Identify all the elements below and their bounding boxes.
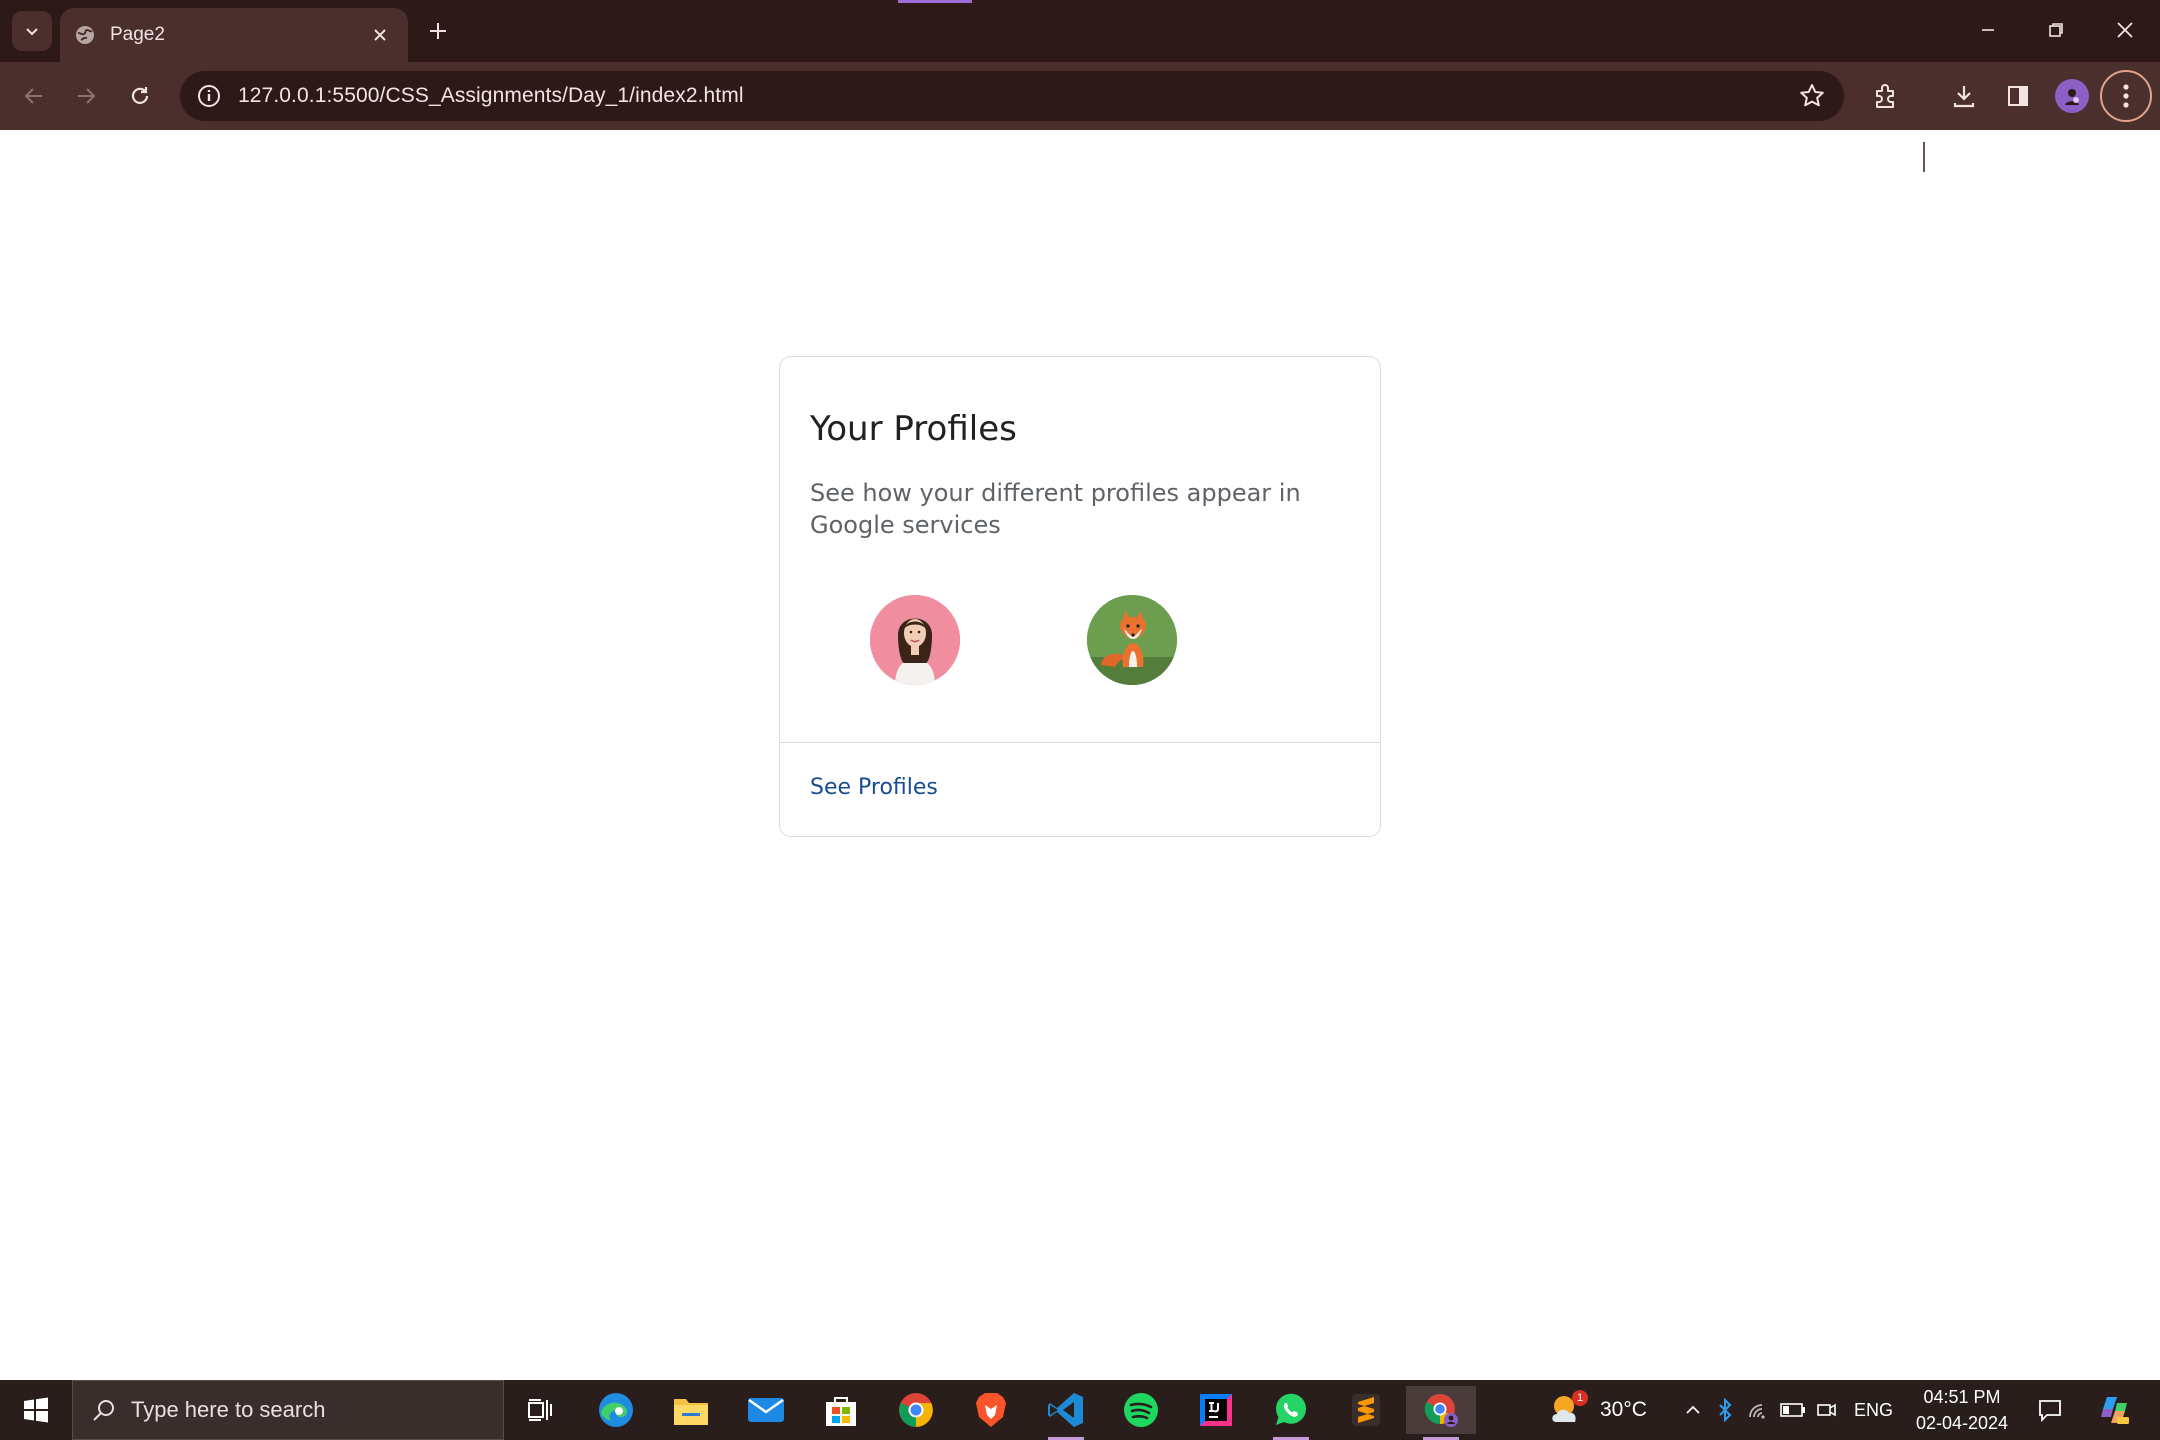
battery-icon[interactable] xyxy=(1776,1402,1810,1418)
spotify-app[interactable] xyxy=(1111,1386,1171,1434)
copilot-button[interactable] xyxy=(2084,1386,2144,1434)
close-window-button[interactable] xyxy=(2102,10,2148,50)
minimize-button[interactable] xyxy=(1965,10,2011,50)
chrome-profile-icon xyxy=(1424,1394,1458,1427)
start-button[interactable] xyxy=(0,1380,72,1440)
site-info-icon[interactable] xyxy=(194,81,224,111)
chrome-menu-button[interactable] xyxy=(2100,70,2152,122)
chrome-icon xyxy=(899,1393,933,1427)
arrow-left-icon xyxy=(24,88,42,104)
store-icon xyxy=(826,1397,856,1426)
weather-widget[interactable]: 1 30°C xyxy=(1548,1380,1647,1440)
extensions-button[interactable] xyxy=(1866,76,1906,116)
forward-button[interactable] xyxy=(66,76,106,116)
downloads-button[interactable] xyxy=(1944,76,1984,116)
tab-group-accent xyxy=(898,0,972,3)
card-description: See how your different profiles appear i… xyxy=(810,479,1301,539)
profile-avatar-icon xyxy=(2055,79,2089,113)
side-panel-button[interactable] xyxy=(1998,76,2038,116)
reload-icon xyxy=(131,87,149,104)
chevron-up-icon[interactable] xyxy=(1678,1401,1708,1419)
globe-icon xyxy=(74,24,96,46)
search-icon xyxy=(93,1400,114,1421)
camera-privacy-icon[interactable] xyxy=(1810,1399,1844,1421)
wifi-icon[interactable] xyxy=(1742,1399,1776,1421)
minimize-icon xyxy=(1982,29,1994,31)
store-app[interactable] xyxy=(811,1386,871,1434)
task-view-icon xyxy=(528,1399,552,1421)
windows-taskbar: Type here to search 1 30°C ENG 04:51 PM … xyxy=(0,1380,2160,1440)
browser-toolbar: 127.0.0.1:5500/CSS_Assignments/Day_1/ind… xyxy=(0,62,2160,172)
restore-icon xyxy=(2049,23,2063,37)
profiles-card: Your Profiles See how your different pro… xyxy=(779,356,1381,837)
language-indicator[interactable]: ENG xyxy=(1854,1400,1893,1421)
clock-time: 04:51 PM xyxy=(1923,1387,2001,1407)
windows-logo-icon xyxy=(24,1397,48,1423)
weather-cloud-sun-icon: 1 xyxy=(1548,1390,1588,1430)
close-icon xyxy=(2117,22,2133,38)
profile-avatar-woman xyxy=(870,595,960,685)
weather-badge: 1 xyxy=(1572,1390,1588,1406)
weather-temperature: 30°C xyxy=(1600,1398,1647,1421)
clock-date: 02-04-2024 xyxy=(1915,1413,2009,1433)
plus-icon xyxy=(430,23,446,39)
whatsapp-app[interactable] xyxy=(1261,1386,1321,1440)
whatsapp-icon xyxy=(1276,1393,1307,1425)
profile-button[interactable] xyxy=(2052,76,2092,116)
tab-title: Page2 xyxy=(110,24,165,45)
side-panel-icon xyxy=(2008,86,2028,106)
file-explorer-app[interactable] xyxy=(661,1386,721,1434)
arrow-right-icon xyxy=(78,88,96,104)
card-divider xyxy=(780,742,1380,743)
browser-titlebar: Page2 xyxy=(0,0,2160,62)
close-tab-icon[interactable] xyxy=(366,21,394,49)
back-button[interactable] xyxy=(14,76,54,116)
brave-app[interactable] xyxy=(961,1386,1021,1434)
copilot-icon xyxy=(2101,1397,2129,1424)
chrome-app[interactable] xyxy=(886,1386,946,1434)
browser-tab[interactable]: Page2 xyxy=(60,8,408,62)
spotify-icon xyxy=(1124,1393,1158,1427)
url-text[interactable]: 127.0.0.1:5500/CSS_Assignments/Day_1/ind… xyxy=(238,84,1794,108)
profile-avatar-fox xyxy=(1087,595,1177,685)
bookmark-star-icon[interactable] xyxy=(1794,78,1830,114)
intellij-icon xyxy=(1200,1394,1232,1426)
bluetooth-icon[interactable] xyxy=(1708,1398,1742,1422)
edge-app[interactable] xyxy=(586,1386,646,1434)
puzzle-icon xyxy=(1876,84,1894,108)
mail-app[interactable] xyxy=(736,1386,796,1434)
address-bar[interactable]: 127.0.0.1:5500/CSS_Assignments/Day_1/ind… xyxy=(180,71,1844,121)
mail-icon xyxy=(748,1398,784,1422)
tab-search-button[interactable] xyxy=(12,11,52,51)
edge-icon xyxy=(599,1393,633,1427)
action-center-button[interactable] xyxy=(2020,1386,2080,1434)
brave-lion-icon xyxy=(976,1393,1006,1427)
system-clock[interactable]: 04:51 PM 02-04-2024 xyxy=(1904,1384,2020,1436)
chrome-profile-app[interactable] xyxy=(1406,1386,1476,1440)
sublime-text-icon xyxy=(1352,1394,1380,1426)
toolbar-divider xyxy=(1923,142,1925,172)
notification-icon xyxy=(2039,1400,2061,1423)
folder-icon xyxy=(674,1399,708,1425)
chevron-down-icon xyxy=(26,28,38,36)
new-tab-button[interactable] xyxy=(420,13,456,49)
sublime-app[interactable] xyxy=(1336,1386,1396,1434)
intellij-app[interactable] xyxy=(1186,1386,1246,1434)
taskbar-search-box[interactable]: Type here to search xyxy=(72,1380,504,1440)
search-placeholder: Type here to search xyxy=(131,1397,326,1422)
reload-button[interactable] xyxy=(120,76,160,116)
restore-button[interactable] xyxy=(2033,10,2079,50)
vscode-app[interactable] xyxy=(1036,1386,1096,1440)
see-profiles-link[interactable]: See Profiles xyxy=(810,775,938,800)
task-view-button[interactable] xyxy=(510,1386,570,1434)
download-icon xyxy=(1953,86,1975,108)
system-tray: ENG xyxy=(1678,1380,1893,1440)
vscode-icon xyxy=(1048,1393,1083,1427)
more-vertical-icon xyxy=(2123,84,2129,108)
card-title: Your Profiles xyxy=(810,409,1017,449)
